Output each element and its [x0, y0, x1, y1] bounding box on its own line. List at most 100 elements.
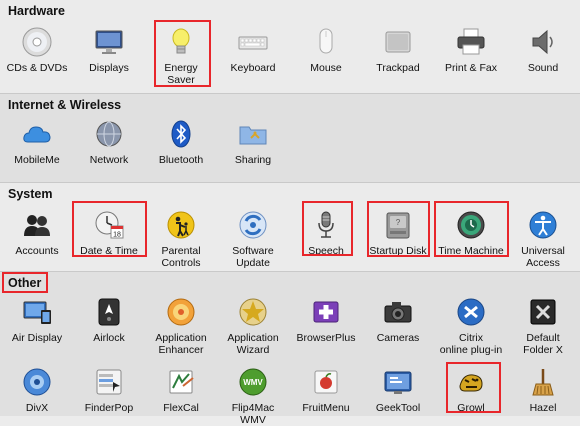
pref-label: Print & Fax — [445, 62, 497, 74]
keyboard-icon — [238, 36, 268, 50]
pref-sound[interactable]: Sound — [507, 26, 579, 74]
pref-parental-controls[interactable]: Parental Controls — [145, 209, 217, 269]
software-update-icon — [239, 211, 267, 239]
pref-cds-dvds[interactable]: CDs & DVDs — [1, 26, 73, 74]
lightbulb-icon — [172, 28, 190, 54]
pref-geektool[interactable]: GeekTool — [362, 366, 434, 414]
pref-label: Airlock — [93, 332, 125, 344]
pref-fruitmenu[interactable]: FruitMenu — [290, 366, 362, 414]
pref-air-display[interactable]: Air Display — [1, 296, 73, 344]
pref-label: GeekTool — [375, 402, 421, 414]
pref-label-2: Enhancer — [158, 344, 204, 356]
pref-flip4mac[interactable]: WMV Flip4Mac WMV — [217, 366, 289, 426]
pref-label-2: Saver — [167, 74, 195, 86]
pref-label: CDs & DVDs — [6, 62, 68, 74]
pref-label: Accounts — [15, 245, 59, 257]
pref-label: Startup Disk — [369, 245, 427, 257]
flexcal-icon — [169, 370, 194, 394]
pref-label: Universal — [521, 245, 565, 257]
pref-label: Energy — [164, 62, 198, 74]
pref-label: Mouse — [310, 62, 342, 74]
sharing-folder-icon — [239, 126, 267, 145]
pref-accounts[interactable]: Accounts — [1, 209, 73, 257]
time-machine-icon — [457, 211, 485, 239]
pref-sharing[interactable]: Sharing — [217, 118, 289, 166]
pref-trackpad[interactable]: Trackpad — [362, 26, 434, 74]
broom-icon — [532, 369, 554, 396]
camera-icon — [384, 302, 412, 323]
flip4mac-icon: WMV — [239, 368, 267, 396]
section-internet-wireless: Internet & Wireless MobileMe Network Blu… — [0, 94, 580, 182]
display-icon — [95, 30, 123, 54]
fruitmenu-icon — [314, 370, 338, 394]
pref-finderpop[interactable]: FinderPop — [73, 366, 145, 414]
parental-controls-icon — [167, 211, 195, 239]
pref-label: FruitMenu — [302, 402, 350, 414]
pref-label: DivX — [25, 402, 49, 414]
cloud-icon — [23, 126, 51, 143]
pref-label: BrowserPlus — [296, 332, 356, 344]
pref-universal-access[interactable]: Universal Access — [507, 209, 579, 269]
clock-calendar-icon: 18 — [95, 211, 124, 239]
pref-label: Application — [155, 332, 207, 344]
pref-label: Citrix — [459, 332, 483, 344]
pref-bluetooth[interactable]: Bluetooth — [145, 118, 217, 166]
pref-label: Displays — [89, 62, 129, 74]
pref-browserplus[interactable]: BrowserPlus — [290, 296, 362, 344]
printer-icon — [457, 28, 485, 55]
svg-text:?: ? — [396, 218, 401, 227]
pref-mobileme[interactable]: MobileMe — [1, 118, 73, 166]
hard-drive-icon: ? — [386, 212, 410, 239]
pref-date-time[interactable]: 18 Date & Time — [73, 209, 145, 257]
pref-airlock[interactable]: Airlock — [73, 296, 145, 344]
pref-speech[interactable]: Speech — [290, 209, 362, 257]
pref-flexcal[interactable]: FlexCal — [145, 366, 217, 414]
pref-citrix[interactable]: Citrix online plug-in — [435, 296, 507, 356]
universal-access-icon — [529, 211, 557, 239]
pref-label: Default — [526, 332, 560, 344]
pref-divx[interactable]: DivX — [1, 366, 73, 414]
pref-default-folder-x[interactable]: Default Folder X — [507, 296, 579, 356]
pref-label: Bluetooth — [158, 154, 204, 166]
pref-label: Hazel — [529, 402, 557, 414]
pref-displays[interactable]: Displays — [73, 26, 145, 74]
divx-icon — [23, 368, 51, 396]
pref-growl[interactable]: Growl — [435, 366, 507, 414]
pref-application-enhancer[interactable]: Application Enhancer — [145, 296, 217, 356]
pref-label: Speech — [308, 245, 344, 257]
pref-label-2: Access — [526, 257, 560, 269]
pref-energy-saver[interactable]: Energy Saver — [145, 26, 217, 86]
pref-label: Application — [227, 332, 279, 344]
default-folder-icon — [530, 299, 556, 325]
pref-label: Growl — [457, 402, 485, 414]
speaker-icon — [532, 29, 553, 55]
pref-label: Sharing — [234, 154, 272, 166]
section-title-internet-wireless: Internet & Wireless — [8, 98, 122, 112]
section-title-system: System — [8, 187, 53, 201]
pref-label: Time Machine — [438, 245, 504, 257]
pref-hazel[interactable]: Hazel — [507, 366, 579, 414]
section-title-hardware: Hardware — [8, 4, 65, 18]
wmv-logo-text: WMV — [243, 378, 263, 387]
mouse-icon — [319, 28, 333, 54]
pref-print-fax[interactable]: Print & Fax — [435, 26, 507, 74]
pref-label-2: online plug-in — [439, 344, 503, 356]
pref-mouse[interactable]: Mouse — [290, 26, 362, 74]
pref-label: Air Display — [11, 332, 63, 344]
disc-icon — [22, 27, 52, 57]
pref-time-machine[interactable]: Time Machine — [435, 209, 507, 257]
pref-software-update[interactable]: Software Update — [217, 209, 289, 269]
pref-startup-disk[interactable]: ? Startup Disk — [362, 209, 434, 257]
citrix-icon — [457, 298, 485, 326]
pref-label-2: Controls — [161, 257, 201, 269]
pref-label: Cameras — [376, 332, 420, 344]
geektool-icon — [384, 371, 412, 394]
pref-cameras[interactable]: Cameras — [362, 296, 434, 344]
pref-application-wizard[interactable]: Application Wizard — [217, 296, 289, 356]
pref-label: Software — [232, 245, 274, 257]
pref-network[interactable]: Network — [73, 118, 145, 166]
pref-label-2: Update — [236, 257, 270, 269]
pref-keyboard[interactable]: Keyboard — [217, 26, 289, 74]
section-other: Other Air Display Airlock Application En… — [0, 272, 580, 426]
accounts-icon — [24, 215, 50, 236]
